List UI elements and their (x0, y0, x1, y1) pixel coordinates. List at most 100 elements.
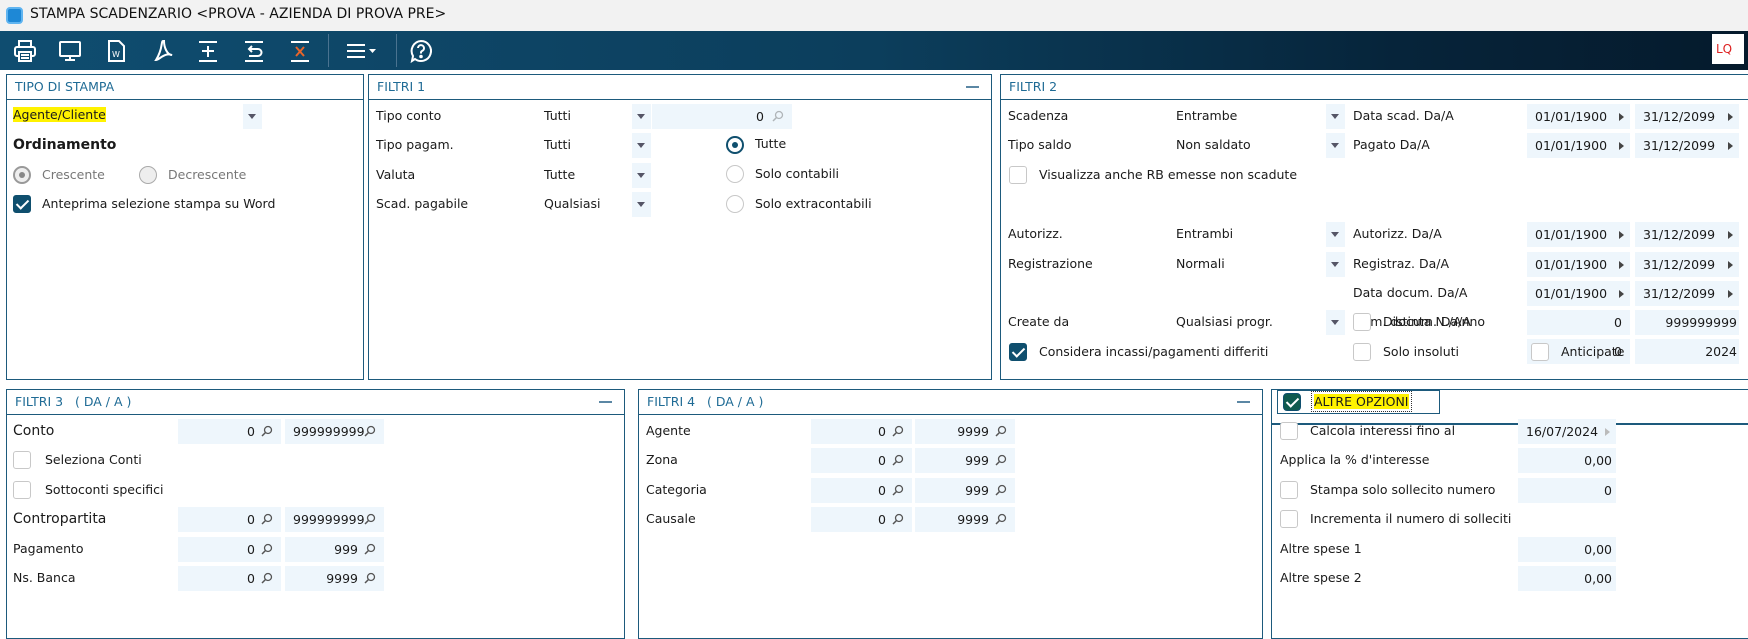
pagato-to-field[interactable]: 31/12/2099 (1635, 133, 1739, 158)
scadenza-select[interactable]: Entrambe (1176, 104, 1237, 128)
causale-to-field[interactable]: 9999 (915, 507, 1015, 532)
caret-right-icon[interactable] (1728, 290, 1733, 298)
categoria-to-field[interactable]: 999 (915, 478, 1015, 503)
zona-from-field[interactable]: 0 (811, 448, 912, 473)
caret-right-icon[interactable] (1728, 113, 1733, 121)
scad-pagabile-select[interactable]: Qualsiasi (544, 192, 601, 216)
pagamento-from-field[interactable]: 0 (178, 537, 281, 562)
registrazione-dropdown-button[interactable] (1326, 252, 1345, 277)
caret-right-icon[interactable] (1728, 231, 1733, 239)
registrazione-select[interactable]: Normali (1176, 252, 1225, 276)
zona-to-field[interactable]: 999 (915, 448, 1015, 473)
tipo-stampa-select[interactable]: Agente/Cliente (12, 104, 107, 126)
autorizz-to-field[interactable]: 31/12/2099 (1635, 222, 1739, 247)
caret-right-icon[interactable] (1619, 231, 1624, 239)
word-icon[interactable]: W (100, 35, 132, 66)
add-line-icon[interactable] (192, 35, 224, 66)
search-icon[interactable] (995, 454, 1007, 466)
caret-right-icon[interactable] (1728, 261, 1733, 269)
search-icon[interactable] (261, 513, 273, 525)
anteprima-checkbox[interactable] (13, 195, 31, 213)
scadenza-dropdown-button[interactable] (1326, 104, 1345, 129)
minimize-icon[interactable] (599, 401, 612, 403)
sollecito-field[interactable]: 0 (1518, 478, 1616, 503)
calcola-interessi-date-field[interactable]: 16/07/2024 (1518, 419, 1616, 444)
search-icon[interactable] (995, 425, 1007, 437)
search-icon[interactable] (892, 484, 904, 496)
search-icon[interactable] (892, 513, 904, 525)
crescente-radio[interactable] (13, 166, 31, 184)
autorizz-dropdown-button[interactable] (1326, 222, 1345, 247)
anticipate-checkbox[interactable] (1531, 343, 1549, 361)
visualizza-rb-checkbox[interactable] (1009, 166, 1027, 184)
minimize-icon[interactable] (1237, 401, 1250, 403)
caret-right-icon[interactable] (1619, 290, 1624, 298)
print-icon[interactable] (9, 35, 41, 66)
tipo-saldo-select[interactable]: Non saldato (1176, 133, 1251, 157)
valuta-select[interactable]: Tutte (544, 163, 575, 187)
contropartita-from-field[interactable]: 0 (178, 507, 281, 532)
distinta-year-field[interactable]: 2024 (1635, 339, 1739, 364)
user-badge[interactable]: LQ (1712, 34, 1744, 64)
num-docum-from-field[interactable]: 0 (1527, 310, 1630, 335)
valuta-dropdown-button[interactable] (632, 163, 651, 188)
minimize-icon[interactable] (966, 86, 979, 88)
search-icon[interactable] (261, 572, 273, 584)
agente-from-field[interactable]: 0 (811, 419, 912, 444)
sottoconti-checkbox[interactable] (13, 481, 31, 499)
search-icon[interactable] (261, 425, 273, 437)
monitor-icon[interactable] (54, 35, 86, 66)
seleziona-conti-checkbox[interactable] (13, 451, 31, 469)
incrementa-checkbox[interactable] (1280, 510, 1298, 528)
tipo-pagam-select[interactable]: Tutti (544, 133, 571, 157)
caret-right-icon[interactable] (1619, 142, 1624, 150)
search-icon[interactable] (772, 110, 784, 122)
decrescente-radio[interactable] (139, 166, 157, 184)
search-icon[interactable] (892, 425, 904, 437)
registraz-from-field[interactable]: 01/01/1900 (1527, 252, 1630, 277)
tipo-stampa-dropdown-button[interactable] (243, 104, 262, 129)
caret-right-icon[interactable] (1619, 261, 1624, 269)
num-docum-to-field[interactable]: 999999999 (1635, 310, 1739, 335)
spese2-field[interactable]: 0,00 (1518, 566, 1616, 591)
tipo-conto-select[interactable]: Tutti (544, 104, 571, 128)
menu-icon[interactable] (342, 35, 382, 66)
applica-field[interactable]: 0,00 (1518, 448, 1616, 473)
search-icon[interactable] (364, 425, 376, 437)
help-icon[interactable] (405, 35, 437, 66)
create-da-dropdown-button[interactable] (1326, 310, 1345, 335)
search-icon[interactable] (995, 484, 1007, 496)
banca-from-field[interactable]: 0 (178, 566, 281, 591)
search-icon[interactable] (892, 454, 904, 466)
data-docum-to-field[interactable]: 31/12/2099 (1635, 281, 1739, 306)
causale-from-field[interactable]: 0 (811, 507, 912, 532)
agente-to-field[interactable]: 9999 (915, 419, 1015, 444)
distinta-checkbox[interactable] (1353, 313, 1371, 331)
delete-line-icon[interactable] (284, 35, 316, 66)
tipo-conto-code-field[interactable]: 0 (652, 104, 792, 129)
search-icon[interactable] (364, 513, 376, 525)
data-docum-from-field[interactable]: 01/01/1900 (1527, 281, 1630, 306)
create-da-select[interactable]: Qualsiasi progr. (1176, 310, 1273, 334)
sollecito-checkbox[interactable] (1280, 481, 1298, 499)
conto-from-field[interactable]: 0 (178, 419, 281, 444)
registraz-to-field[interactable]: 31/12/2099 (1635, 252, 1739, 277)
categoria-from-field[interactable]: 0 (811, 478, 912, 503)
caret-right-icon[interactable] (1619, 113, 1624, 121)
search-icon[interactable] (364, 572, 376, 584)
search-icon[interactable] (261, 543, 273, 555)
tipo-saldo-dropdown-button[interactable] (1326, 133, 1345, 158)
banca-to-field[interactable]: 9999 (285, 566, 384, 591)
pdf-icon[interactable] (148, 35, 180, 66)
contropartita-to-field[interactable]: 999999999 (285, 507, 384, 532)
calcola-interessi-checkbox[interactable] (1280, 422, 1298, 440)
pagamento-to-field[interactable]: 999 (285, 537, 384, 562)
tutte-radio[interactable] (726, 136, 744, 154)
search-icon[interactable] (995, 513, 1007, 525)
tipo-pagam-dropdown-button[interactable] (632, 133, 651, 158)
caret-right-icon[interactable] (1605, 428, 1610, 436)
data-scad-to-field[interactable]: 31/12/2099 (1635, 104, 1739, 129)
autorizz-from-field[interactable]: 01/01/1900 (1527, 222, 1630, 247)
data-scad-from-field[interactable]: 01/01/1900 (1527, 104, 1630, 129)
solo-extracontabili-radio[interactable] (726, 195, 744, 213)
